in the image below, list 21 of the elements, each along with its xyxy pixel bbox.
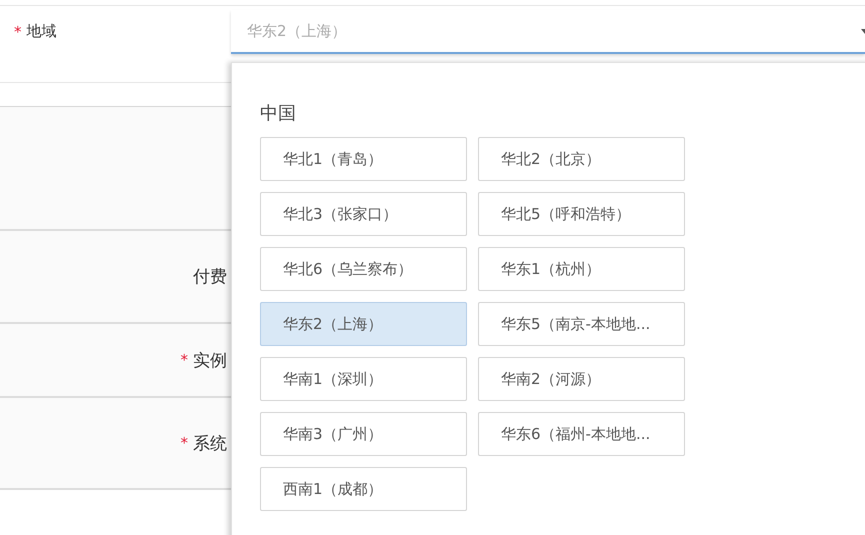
field-label: 付费 (193, 266, 227, 288)
region-option[interactable]: 华北5（呼和浩特） (478, 192, 685, 236)
region-option[interactable]: 华北6（乌兰察布） (260, 247, 467, 291)
required-asterisk: * (180, 351, 188, 369)
field-label: 系统 (193, 432, 227, 454)
group-heading: 中国 (260, 102, 297, 125)
region-option[interactable]: 华东6（福州-本地地... (478, 412, 685, 456)
required-asterisk: * (180, 434, 188, 452)
region-option[interactable]: 华北3（张家口） (260, 192, 467, 236)
region-option[interactable]: 华北2（北京） (478, 137, 685, 181)
region-option[interactable]: 华南3（广州） (260, 412, 467, 456)
region-option[interactable]: 华北1（青岛） (260, 137, 467, 181)
region-option[interactable]: 华南2（河源） (478, 357, 685, 401)
region-option[interactable]: 华南1（深圳） (260, 357, 467, 401)
region-option[interactable]: 华东2（上海） (260, 302, 467, 346)
region-option[interactable]: 华东1（杭州） (478, 247, 685, 291)
region-option[interactable]: 西南1（成都） (260, 467, 467, 511)
required-asterisk: * (14, 22, 22, 40)
region-option[interactable]: 华东5（南京-本地地... (478, 302, 685, 346)
field-label: 地域 (26, 22, 56, 41)
field-label: 实例 (193, 350, 227, 372)
